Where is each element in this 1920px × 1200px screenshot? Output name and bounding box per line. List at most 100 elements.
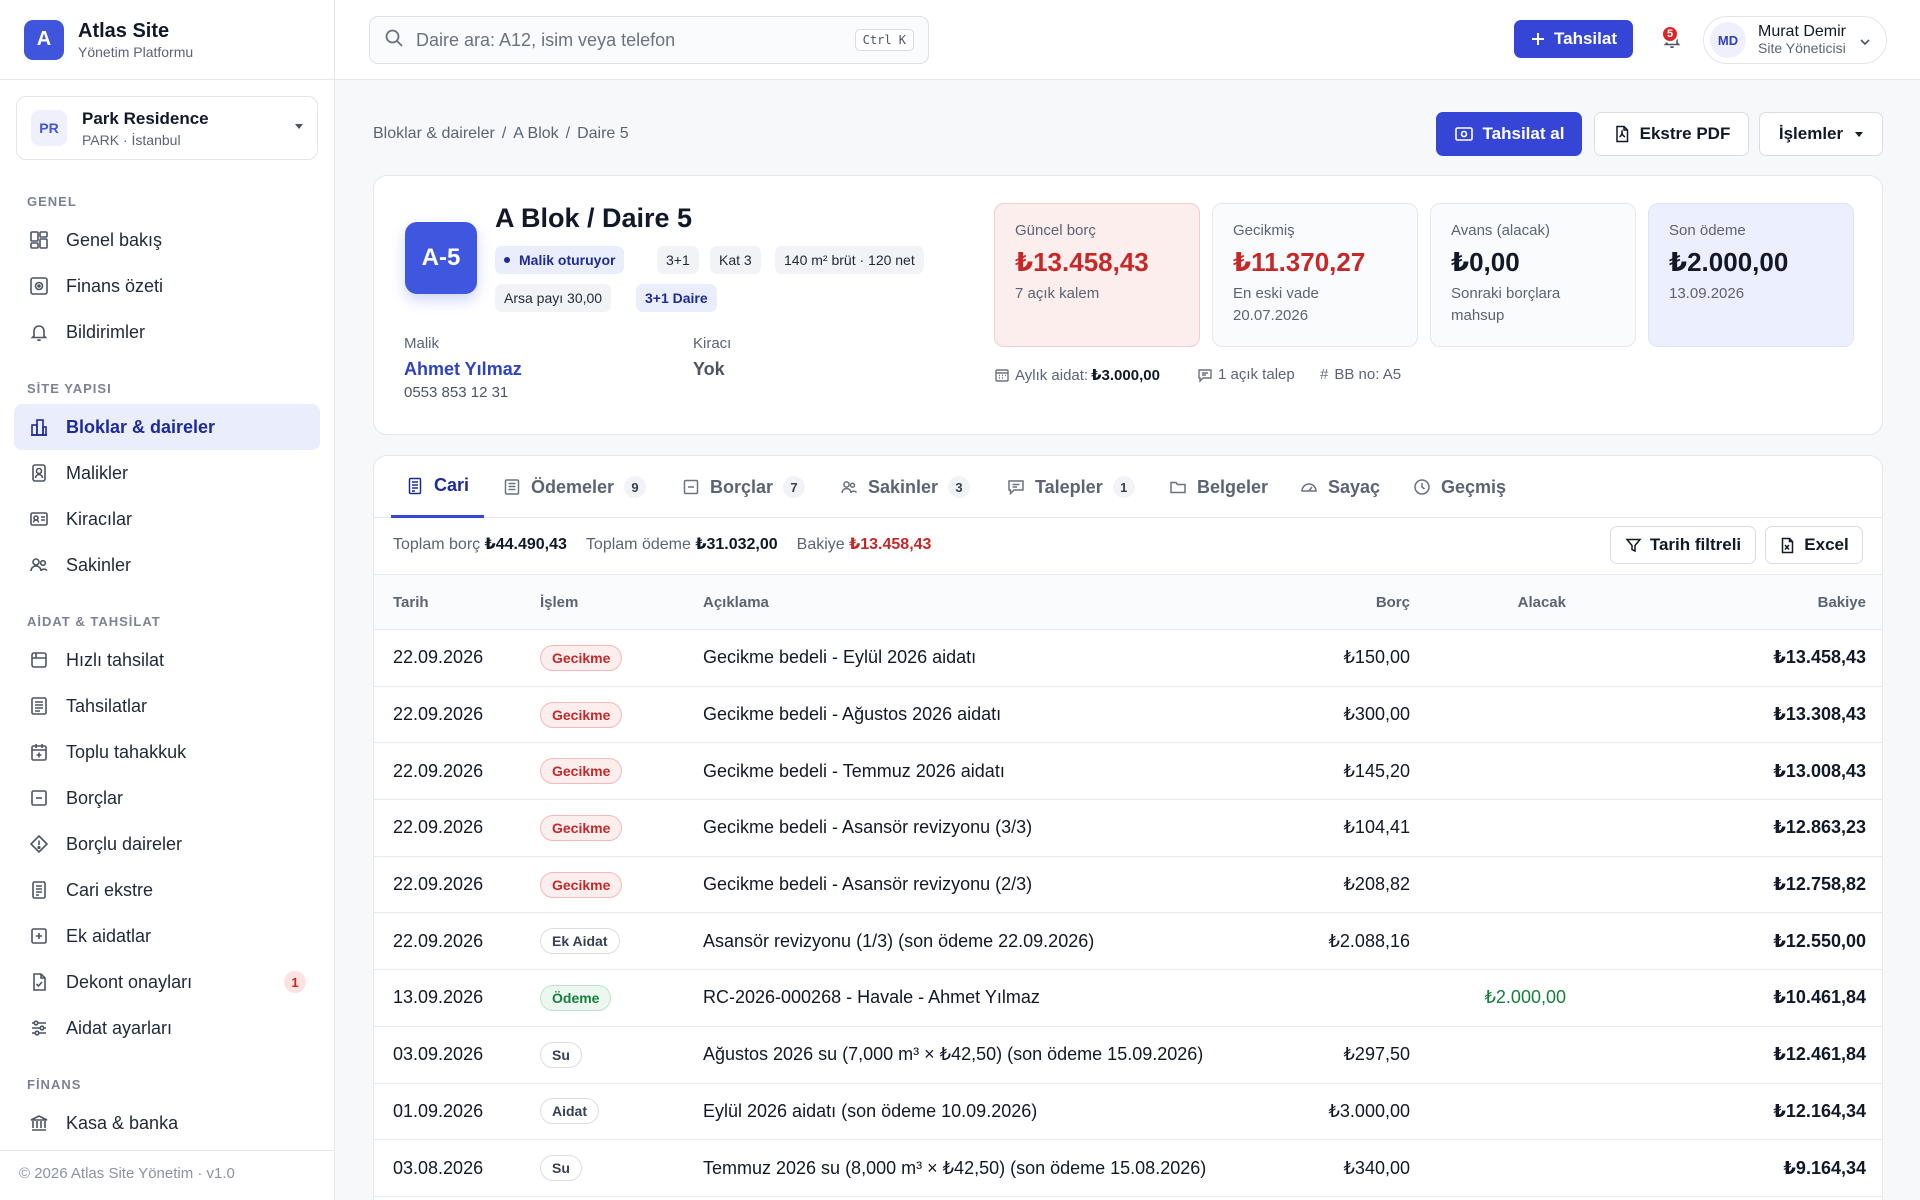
column-header-date[interactable]: Tarih [374, 574, 540, 630]
tab-sakinler[interactable]: Sakinler 3 [840, 456, 971, 518]
breadcrumb-item[interactable]: A Blok [513, 125, 558, 142]
sidebar-item-malikler[interactable]: Malikler [14, 450, 320, 496]
stat-sub: 7 açık kalem [1015, 285, 1100, 302]
status-badge: Su [540, 1041, 582, 1068]
table-row[interactable]: 22.09.2026 Gecikme Gecikme bedeli - Asan… [374, 799, 1882, 857]
cell-balance: ₺12.863,23 [1566, 799, 1882, 857]
sidebar: A Atlas Site Yönetim Platformu PR Park R… [0, 0, 335, 1200]
date-filter-label: Tarih filtreli [1649, 535, 1742, 554]
table-row[interactable]: 22.09.2026 Gecikme Gecikme bedeli - Temm… [374, 742, 1882, 801]
summary-balance: Bakiye ₺13.458,43 [797, 534, 932, 554]
shortcut-hint: Ctrl K [854, 29, 914, 51]
breadcrumb-current: Daire 5 [577, 125, 629, 142]
open-requests[interactable]: 1 açık talep [1197, 366, 1295, 383]
topbar: Ctrl K Tahsilat 5 MD Murat Demir Site Yö… [335, 0, 1920, 80]
table-row[interactable]: 22.09.2026 Gecikme Gecikme bedeli - Ağus… [374, 686, 1882, 744]
table-row[interactable]: 22.09.2026 Gecikme Gecikme bedeli - Eylü… [374, 629, 1882, 687]
sidebar-item-finans-ozeti[interactable]: Finans özeti [14, 263, 320, 309]
site-switcher[interactable]: PR Park Residence PARK · İstanbul [16, 96, 318, 160]
sidebar-item-sakinler[interactable]: Sakinler [14, 542, 320, 588]
column-header-type[interactable]: İşlem [540, 574, 703, 630]
summary-value: ₺44.490,43 [484, 536, 567, 553]
status-badge: Gecikme [540, 814, 623, 841]
cell-type: Su [540, 1026, 703, 1084]
dues-label: Aylık aidat: [1015, 366, 1089, 384]
sidebar-item-aidat-ayarlari[interactable]: Aidat ayarları [14, 1005, 320, 1051]
sidebar-item-bildirimler[interactable]: Bildirimler [14, 309, 320, 355]
search-box[interactable]: Ctrl K [369, 16, 929, 64]
cell-type: Aidat [540, 1083, 703, 1141]
collect-payment-button[interactable]: Tahsilat al [1436, 112, 1582, 156]
table-row[interactable]: 13.09.2026 Ödeme RC-2026-000268 - Havale… [374, 969, 1882, 1027]
cell-date: 22.09.2026 [374, 742, 540, 801]
sidebar-item-bloklar-daireler[interactable]: Bloklar & daireler [14, 404, 320, 450]
stat-current-debt: Güncel borç ₺13.458,43 7 açık kalem [994, 203, 1200, 347]
user-menu[interactable]: MD Murat Demir Site Yöneticisi [1703, 16, 1887, 64]
tab-label: Sayaç [1328, 476, 1381, 497]
sidebar-item-borclu-daireler[interactable]: Borçlu daireler [14, 821, 320, 867]
owner-name-link[interactable]: Ahmet Yılmaz [404, 359, 522, 380]
stat-sub: En eski vade 20.07.2026 [1233, 285, 1319, 324]
tab-talepler[interactable]: Talepler 1 [1007, 456, 1135, 518]
tab-cari[interactable]: Cari [391, 456, 485, 518]
sidebar-item-genel-bakis[interactable]: Genel bakış [14, 217, 320, 263]
sidebar-item-kiracilar[interactable]: Kiracılar [14, 496, 320, 542]
brand-title: Atlas Site [78, 19, 170, 42]
unit-summary-card: A-5 A Blok / Daire 5 Malik oturuyor 3+1 … [373, 175, 1883, 435]
tab-odemeler[interactable]: Ödemeler 9 [503, 456, 647, 518]
alert-diamond-icon [28, 833, 50, 855]
sidebar-item-label: Sakinler [66, 554, 132, 575]
sidebar-item-ek-aidatlar[interactable]: Ek aidatlar [14, 913, 320, 959]
ledger-icon [28, 879, 50, 901]
sidebar-item-label: Bloklar & daireler [66, 416, 216, 437]
tab-sayac[interactable]: Sayaç [1300, 456, 1380, 518]
sidebar-item-kasa-banka[interactable]: Kasa & banka [14, 1100, 320, 1146]
summary-value: ₺31.032,00 [695, 536, 778, 553]
nav-section-title: FİNANS [27, 1077, 82, 1092]
cell-description: Asansör revizyonu (1/3) (son ödeme 22.09… [703, 912, 1247, 971]
stat-label: Son ödeme [1669, 222, 1746, 239]
sidebar-item-tahsilatlar[interactable]: Tahsilatlar [14, 683, 320, 729]
bell-icon [28, 321, 50, 343]
site-name: Park Residence [82, 108, 209, 128]
search-icon [384, 28, 404, 53]
breadcrumb-item[interactable]: Bloklar & daireler [373, 125, 495, 142]
sidebar-item-label: Malikler [66, 462, 129, 483]
operations-menu-button[interactable]: İşlemler [1759, 112, 1883, 156]
date-filter-button[interactable]: Tarih filtreli [1610, 526, 1756, 564]
brand[interactable]: A Atlas Site Yönetim Platformu [0, 0, 334, 80]
tab-borclar[interactable]: Borçlar 7 [682, 456, 806, 518]
tab-gecmis[interactable]: Geçmiş [1413, 456, 1506, 518]
search-input[interactable] [416, 29, 855, 51]
tab-belgeler[interactable]: Belgeler [1169, 456, 1268, 518]
cell-date: 03.09.2026 [374, 1026, 540, 1084]
sidebar-item-cari-ekstre[interactable]: Cari ekstre [14, 867, 320, 913]
column-header-credit[interactable]: Alacak [1410, 574, 1566, 630]
statement-pdf-button[interactable]: Ekstre PDF [1594, 112, 1749, 156]
status-badge: Ödeme [540, 984, 612, 1011]
sidebar-item-borclar[interactable]: Borçlar [14, 775, 320, 821]
table-row[interactable]: 01.09.2026 Aidat Eylül 2026 aidatı (son … [374, 1083, 1882, 1141]
table-row[interactable]: 03.09.2026 Su Ağustos 2026 su (7,000 m³ … [374, 1026, 1882, 1084]
hash-icon: # [1320, 366, 1329, 383]
sidebar-item-toplu-tahakkuk[interactable]: Toplu tahakkuk [14, 729, 320, 775]
table-row[interactable]: 03.08.2026 Su Temmuz 2026 su (8,000 m³ ×… [374, 1139, 1882, 1197]
sidebar-item-dekont-onaylari[interactable]: Dekont onayları 1 [14, 959, 320, 1005]
new-collection-button[interactable]: Tahsilat [1514, 20, 1633, 58]
table-row[interactable]: 22.09.2026 Gecikme Gecikme bedeli - Asan… [374, 856, 1882, 914]
excel-export-button[interactable]: Excel [1765, 526, 1863, 564]
sidebar-footer: © 2026 Atlas Site Yönetim · v1.0 [0, 1150, 334, 1200]
area-chip: 140 m² brüt · 120 net [775, 246, 924, 274]
column-header-debit[interactable]: Borç [1247, 574, 1410, 630]
cell-balance: ₺10.461,84 [1566, 969, 1882, 1027]
column-header-balance[interactable]: Bakiye [1566, 574, 1882, 630]
column-header-description[interactable]: Açıklama [703, 574, 1247, 630]
status-badge: Su [540, 1155, 582, 1182]
sidebar-item-hizli-tahsilat[interactable]: Hızlı tahsilat [14, 637, 320, 683]
cell-date: 22.09.2026 [374, 629, 540, 687]
gauge-icon [1300, 478, 1318, 496]
sidebar-item-label: Toplu tahakkuk [66, 741, 187, 762]
nav-section-title: SİTE YAPISI [27, 381, 112, 396]
cell-type: Ödeme [540, 969, 703, 1027]
table-row[interactable]: 22.09.2026 Ek Aidat Asansör revizyonu (1… [374, 912, 1882, 971]
